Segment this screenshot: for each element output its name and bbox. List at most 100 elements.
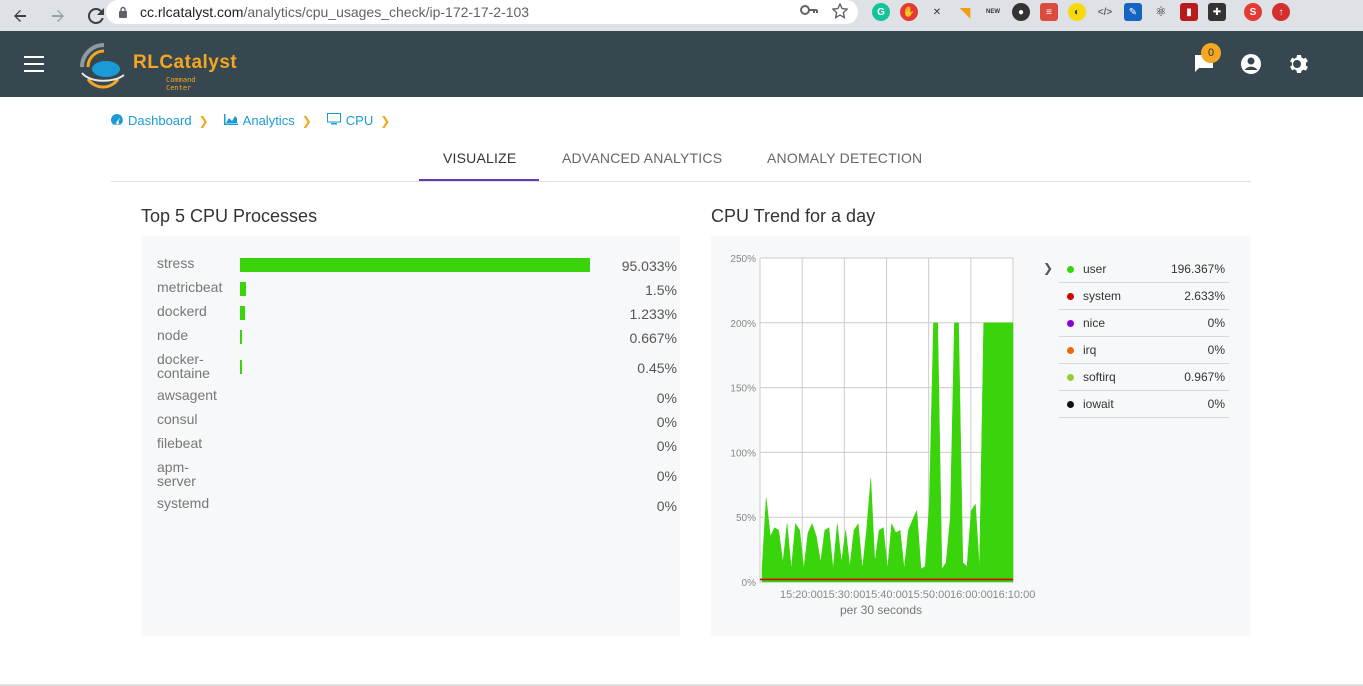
legend-dot-icon [1067,292,1074,300]
process-bar [240,282,246,296]
new-badge-icon[interactable]: NEW [984,3,1002,21]
tab-bar: VISUALIZE ADVANCED ANALYTICS ANOMALY DET… [111,135,1251,182]
process-name: node [157,327,189,343]
x-tick-label: 15:30:00 [823,589,866,601]
settings-gear-icon[interactable] [1287,52,1311,76]
medical-icon[interactable]: ✚ [1208,3,1226,21]
legend-dot-icon [1067,346,1074,354]
process-bar [240,258,590,272]
breadcrumb-label: Analytics [242,113,295,128]
notes-icon[interactable]: ✎ [1124,3,1142,21]
y-tick-label: 100% [730,448,756,459]
back-icon[interactable] [8,4,32,28]
legend-item-user[interactable]: user 196.367% [1059,256,1229,283]
process-value: 0% [656,468,677,484]
logo-text: RLCatalyst [133,52,238,73]
legend-item-iowait[interactable]: iowait 0% [1059,391,1229,418]
process-name: awsagent [157,387,217,403]
process-value: 1.5% [645,282,677,298]
legend-item-nice[interactable]: nice 0% [1059,310,1229,337]
legend-label: irq [1083,343,1097,357]
tab-advanced-analytics[interactable]: ADVANCED ANALYTICS [562,150,722,166]
legend-item-irq[interactable]: irq 0% [1059,337,1229,364]
process-name: apm- server [157,459,196,489]
processes-panel: stress 95.033% metricbeat 1.5% dockerd 1.233%… [141,236,680,636]
process-row: systemd 0% [157,496,677,526]
y-tick-label: 200% [730,319,756,330]
star-icon[interactable] [831,2,849,23]
process-name: metricbeat [157,279,223,295]
legend-value: 0% [1207,316,1225,330]
x-tick-label: 15:20:00 [780,589,823,601]
legend-dot-icon [1067,265,1074,273]
y-tick-label: 150% [730,384,756,395]
account-icon[interactable] [1239,52,1263,76]
process-value: 1.233% [629,306,677,322]
profile-avatar-icon[interactable]: S [1244,3,1262,21]
process-name: dockerd [157,303,207,319]
chevron-right-icon: ❯ [301,113,312,128]
x-tick-label: 16:10:00 [993,589,1036,601]
process-value: 0% [656,498,677,514]
legend-label: user [1083,262,1107,276]
process-name: stress [157,255,195,271]
breadcrumb-cpu[interactable]: CPU ❯ [326,113,391,128]
legend-dot-icon [1067,373,1074,381]
address-bar[interactable]: cc.rlcatalyst.com/analytics/cpu_usages_c… [106,0,858,24]
process-value: 0% [656,414,677,430]
tab-visualize[interactable]: VISUALIZE [443,150,516,166]
breadcrumb-dashboard[interactable]: Dashboard ❯ [111,113,209,128]
process-name: filebeat [157,435,203,451]
notification-badge: 0 [1201,43,1221,63]
key-icon[interactable] [800,3,818,23]
browser-toolbar: cc.rlcatalyst.com/analytics/cpu_usages_c… [0,0,1363,31]
tab-anomaly-detection[interactable]: ANOMALY DETECTION [767,150,922,166]
update-icon[interactable]: ↑ [1272,3,1290,21]
process-bar [240,330,243,344]
processes-title: Top 5 CPU Processes [141,206,318,226]
legend-dot-icon [1067,319,1074,327]
breadcrumb-label: CPU [345,113,374,128]
pdf-icon[interactable]: ▮ [1180,3,1198,21]
legend-label: softirq [1083,370,1116,384]
rss-icon[interactable]: ◥ [956,3,974,21]
moon-icon[interactable]: ◐ [1068,3,1086,21]
process-value: 0% [656,390,677,406]
process-row: docker- containe 0.45% [157,352,677,382]
logo[interactable]: RLCatalyst Command Center [76,39,237,92]
y-tick-label: 0% [742,578,757,589]
breadcrumb-label: Dashboard [128,113,192,128]
breadcrumb-analytics[interactable]: Analytics ❯ [223,113,312,128]
process-bar [240,360,242,374]
monitor-icon [326,113,341,128]
ghost-icon[interactable]: ● [1012,3,1030,21]
grammarly-icon[interactable]: G [872,3,890,21]
logo-subtitle: Command Center [166,76,196,92]
forward-icon[interactable] [46,4,70,28]
process-row: apm- server 0% [157,460,677,490]
breadcrumb: Dashboard ❯ Analytics ❯ CPU ❯ [111,113,400,128]
x-tick-label: 15:50:00 [908,589,951,601]
app-header: RLCatalyst Command Center [0,31,1363,97]
legend-item-system[interactable]: system 2.633% [1059,283,1229,310]
reload-icon[interactable] [84,4,108,28]
code-icon[interactable]: </> [1096,3,1114,21]
lock-icon [118,6,130,18]
area-chart-icon [223,113,238,128]
trend-title: CPU Trend for a day [711,206,876,226]
todoist-icon[interactable]: ≡ [1040,3,1058,21]
legend-label: nice [1083,316,1106,330]
adblock-icon[interactable]: ✋ [900,3,918,21]
legend-dot-icon [1067,400,1074,408]
react-icon[interactable]: ⚛ [1152,3,1170,21]
url-path: /analytics/cpu_usages_check/ip-172-17-2-… [243,4,530,20]
active-tab-indicator [419,179,539,181]
close-x-icon[interactable]: ✕ [928,3,946,21]
process-name: systemd [157,495,210,511]
legend-item-softirq[interactable]: softirq 0.967% [1059,364,1229,391]
menu-icon[interactable] [24,56,44,72]
chevron-right-icon[interactable]: ❯ [1043,261,1053,275]
process-bar [240,306,245,320]
chevron-right-icon: ❯ [380,113,391,128]
x-axis-caption: per 30 seconds [840,603,922,617]
